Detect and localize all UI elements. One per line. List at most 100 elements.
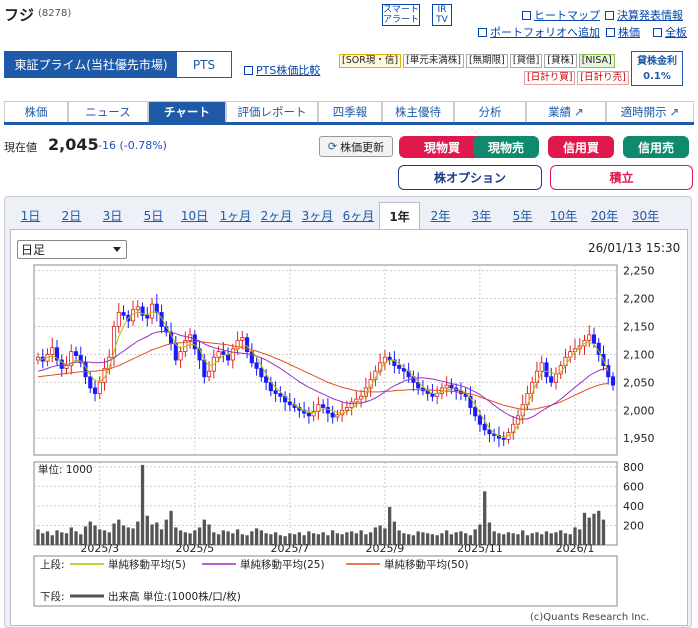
- candle-body: [264, 376, 269, 383]
- volume-bar: [354, 533, 359, 545]
- volume-bar: [235, 529, 240, 545]
- volume-bar: [169, 510, 173, 545]
- candle-body: [202, 359, 207, 378]
- volume-bar: [55, 530, 59, 545]
- candle-body: [259, 367, 264, 378]
- volume-bar: [530, 533, 534, 545]
- volume-bar: [416, 531, 420, 545]
- volume-bar: [121, 525, 126, 545]
- volume-bar: [411, 535, 416, 545]
- volume-bar: [126, 527, 130, 545]
- volume-bar: [525, 535, 530, 545]
- volume-bar: [483, 491, 487, 545]
- volume-bar: [378, 525, 382, 545]
- volume-bar: [397, 530, 401, 545]
- candle-body: [50, 347, 55, 355]
- legend-label: 単純移動平均(25): [240, 558, 325, 571]
- candle-body: [149, 303, 155, 319]
- volume-bar: [445, 530, 449, 545]
- price-tick-label: 2,050: [623, 376, 655, 389]
- volume-bar: [392, 521, 397, 545]
- legend-lower-label: 下段:: [40, 590, 65, 603]
- candle-body: [610, 376, 616, 386]
- candle-body: [135, 306, 140, 311]
- candle-body: [344, 407, 349, 411]
- volume-bar: [140, 464, 145, 545]
- candle-body: [553, 373, 559, 383]
- volume-bar: [435, 535, 439, 545]
- volume-bar: [582, 512, 587, 545]
- volume-tick-label: 800: [623, 461, 644, 474]
- candle-body: [482, 423, 487, 431]
- volume-bar: [60, 532, 64, 545]
- volume-bar: [368, 532, 373, 545]
- volume-bar: [407, 534, 411, 545]
- candle-body: [549, 376, 554, 383]
- candle-body: [287, 401, 292, 406]
- volume-bar: [102, 530, 107, 545]
- legend-volume-label: 出来高 単位:(1000株/口/枚): [108, 590, 241, 603]
- volume-bar: [478, 524, 482, 545]
- volume-bar: [183, 532, 187, 545]
- volume-bar: [202, 519, 206, 545]
- price-tick-label: 1,950: [623, 432, 655, 445]
- volume-bar: [174, 527, 178, 545]
- volume-bar: [231, 533, 235, 545]
- volume-bar: [164, 519, 168, 545]
- volume-bar: [373, 527, 378, 545]
- volume-bar: [540, 534, 544, 545]
- volume-bar: [79, 534, 83, 545]
- volume-bar: [212, 532, 216, 545]
- volume-bar: [188, 533, 192, 545]
- volume-bar: [269, 534, 273, 545]
- candle-body: [544, 362, 549, 378]
- candle-body: [335, 414, 340, 418]
- volume-bar: [359, 530, 363, 545]
- candle-body: [444, 384, 449, 389]
- volume-bar: [535, 532, 539, 545]
- volume-bar: [240, 534, 244, 545]
- candle-body: [477, 415, 482, 425]
- volume-bar: [150, 524, 154, 545]
- volume-bar: [340, 534, 344, 545]
- volume-bar: [278, 535, 283, 545]
- legend-label: 単純移動平均(50): [384, 558, 469, 571]
- volume-bar: [250, 531, 254, 545]
- volume-bar: [311, 533, 316, 545]
- candle-body: [121, 312, 126, 316]
- candle-body: [354, 398, 359, 403]
- candle-body: [587, 334, 592, 341]
- volume-bar: [131, 528, 135, 545]
- candle-body: [221, 351, 226, 355]
- volume-bar: [254, 528, 259, 545]
- volume-bar: [426, 533, 430, 545]
- volume-bar: [559, 530, 563, 545]
- volume-bar: [107, 532, 111, 545]
- volume-bar: [83, 526, 88, 545]
- volume-bar: [473, 529, 477, 545]
- candle-body: [116, 312, 121, 327]
- volume-bar: [117, 519, 121, 545]
- candle-body: [591, 334, 597, 344]
- volume-bar: [597, 510, 601, 545]
- volume-bar: [430, 534, 435, 545]
- volume-bar: [345, 532, 349, 545]
- volume-bar: [264, 533, 268, 545]
- volume-bar: [383, 528, 387, 545]
- volume-bar: [587, 517, 591, 545]
- volume-bar: [440, 533, 444, 545]
- candle-body: [64, 365, 69, 369]
- volume-bar: [297, 532, 302, 545]
- candle-body: [325, 407, 330, 414]
- candle-body: [92, 387, 98, 394]
- candle-body: [240, 337, 245, 341]
- candle-body: [88, 376, 93, 389]
- candle-body: [397, 365, 402, 369]
- volume-bar: [41, 533, 45, 545]
- price-tick-label: 2,000: [623, 404, 655, 417]
- volume-plot-frame: [33, 461, 618, 546]
- candle-body: [473, 407, 478, 417]
- volume-tick-label: 200: [623, 519, 644, 532]
- volume-bar: [506, 532, 511, 545]
- volume-bar: [292, 534, 297, 545]
